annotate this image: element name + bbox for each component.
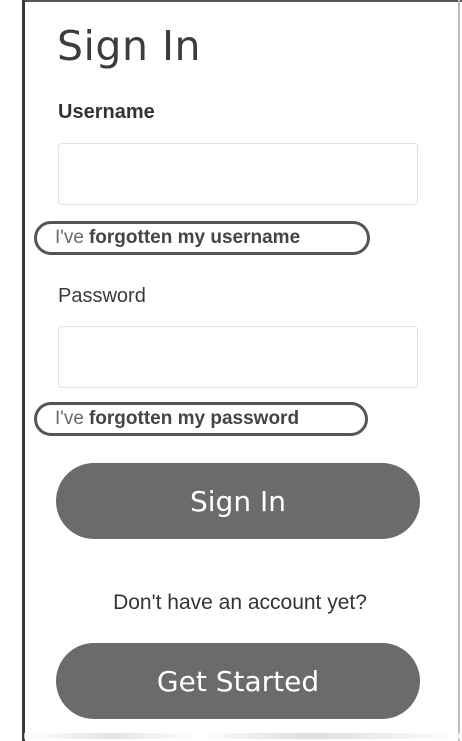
forgot-username-prefix: I've [55,227,84,248]
panel-right-border [458,0,460,741]
forgot-password-text: forgotten my password [88,408,300,429]
forgot-password-prefix: I've [55,408,84,429]
sign-in-button[interactable]: Sign In [56,463,420,539]
username-input[interactable] [58,143,418,205]
password-input[interactable] [58,326,418,388]
panel-top-border [22,0,462,2]
forgot-password-link[interactable]: I've forgotten my password [34,402,368,436]
forgot-username-link[interactable]: I've forgotten my username [34,221,370,255]
no-account-prompt: Don't have an account yet? [113,591,367,614]
forgot-username-text: forgotten my username [88,227,301,248]
username-label: Username [58,101,155,123]
sign-in-panel: Sign In Username I've forgotten my usern… [0,0,462,741]
password-label: Password [58,285,146,307]
panel-left-border [22,0,25,741]
get-started-button[interactable]: Get Started [56,643,420,719]
bottom-edge-artifact [24,733,460,739]
page-title: Sign In [57,22,202,70]
